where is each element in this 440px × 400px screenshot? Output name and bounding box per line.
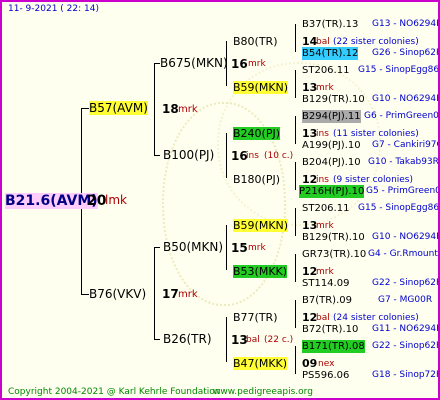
header-date: 11- 9-2021 ( 22: 14) — [8, 4, 99, 14]
gen4-queen[interactable]: B204(PJ).10 — [302, 156, 361, 169]
tree-line — [154, 155, 160, 156]
gen4-origin: G10 - NO6294R — [372, 232, 440, 242]
gen4-origin: G4 - Gr.Rmounta — [368, 249, 440, 259]
gen4-queen[interactable]: B37(TR).13 — [302, 18, 358, 31]
gen3-queen[interactable]: B53(MKK) — [233, 265, 288, 278]
gen4-origin: G15 - SinopEgg86R — [358, 65, 440, 75]
gen4-origin: G11 - NO6294R — [372, 324, 440, 334]
gen1-num: 17 — [162, 287, 179, 301]
gen2-num: 15 — [231, 241, 248, 255]
gen4-origin: G6 - PrimGreen00 — [364, 111, 440, 121]
gen4-origin: G18 - Sinop72R — [372, 370, 440, 380]
tree-line — [295, 116, 296, 144]
gen2-note: (10 c.) — [264, 151, 294, 161]
gen4-origin: G22 - Sinop62R — [372, 341, 440, 351]
gen2-queen[interactable]: B26(TR) — [163, 332, 212, 346]
gen4-queen[interactable]: B294(PJ).11 — [302, 110, 361, 123]
tree-line — [295, 162, 296, 190]
gen3-queen[interactable]: B59(MKN) — [233, 219, 289, 232]
gen4-origin: G7 - MG00R — [378, 295, 433, 305]
gen2-code: mrk — [248, 59, 266, 69]
tree-line — [295, 254, 296, 282]
gen4-queen[interactable]: ST206.11 — [302, 64, 349, 77]
gen2-code: ins — [246, 151, 259, 161]
tree-line — [226, 317, 227, 362]
gen4-origin: G22 - Sinop62R — [372, 278, 440, 288]
gen1-code: mrk — [178, 104, 198, 115]
tree-line — [154, 63, 155, 155]
gen4-origin: G26 - Sinop62R — [372, 48, 440, 58]
gen1-queen[interactable]: B57(AVM) — [89, 101, 148, 115]
pedigree-frame: 11- 9-2021 ( 22: 14) B21.6(AVM) 20 lmk B… — [0, 0, 440, 400]
tree-line — [295, 346, 296, 374]
tree-line — [154, 247, 160, 248]
gen4-origin: G7 - Cankiri97Q — [372, 140, 440, 150]
gen3-queen[interactable]: B180(PJ) — [233, 173, 280, 186]
gen2-num: 16 — [231, 57, 248, 71]
gen1-code: mrk — [178, 289, 198, 300]
gen3-queen[interactable]: B47(MKK) — [233, 357, 288, 370]
tree-line — [295, 208, 296, 236]
gen4-origin: G5 - PrimGreen00 — [366, 186, 440, 196]
gen4-origin: G13 - NO6294R — [372, 19, 440, 29]
root-code: lmk — [105, 193, 127, 207]
gen4-queen[interactable]: B129(TR).10 — [302, 93, 365, 106]
tree-line — [226, 225, 227, 270]
tree-line — [81, 294, 89, 295]
gen1-queen[interactable]: B76(VKV) — [89, 287, 146, 301]
gen4-queen[interactable]: B72(TR).10 — [302, 323, 358, 336]
gen2-queen[interactable]: B100(PJ) — [163, 148, 214, 162]
gen3-queen[interactable]: B240(PJ) — [233, 127, 281, 140]
tree-line — [154, 247, 155, 339]
gen2-note: (22 c.) — [264, 335, 294, 345]
tree-line — [295, 70, 296, 98]
gen4-queen[interactable]: P216H(PJ).10 — [299, 185, 365, 198]
gen2-code: bal — [246, 335, 260, 345]
gen4-queen[interactable]: GR73(TR).10 — [302, 248, 366, 261]
gen1-num: 18 — [162, 102, 179, 116]
gen4-queen[interactable]: A199(PJ).10 — [302, 139, 361, 152]
gen3-queen[interactable]: B59(MKN) — [233, 81, 289, 94]
gen2-code: mrk — [248, 243, 266, 253]
gen2-queen[interactable]: B50(MKN) — [163, 240, 223, 254]
root-num: 20 — [87, 193, 107, 209]
gen4-origin: G15 - SinopEgg86R — [358, 203, 440, 213]
gen3-queen[interactable]: B80(TR) — [233, 35, 278, 48]
gen4-origin: G10 - Takab93R — [368, 157, 439, 167]
tree-line — [295, 300, 296, 328]
gen4-origin: G10 - NO6294R — [372, 94, 440, 104]
gen4-queen[interactable]: B54(TR).12 — [302, 47, 359, 60]
gen2-queen[interactable]: B675(MKN) — [160, 56, 228, 70]
tree-line — [81, 108, 89, 109]
footer-site-link[interactable]: www.pedigreeapis.org — [213, 386, 313, 398]
gen4-queen[interactable]: B171(TR).08 — [302, 340, 365, 353]
gen3-queen[interactable]: B77(TR) — [233, 311, 278, 324]
tree-line — [295, 24, 296, 52]
gen4-queen[interactable]: B7(TR).09 — [302, 294, 352, 307]
gen4-queen[interactable]: ST206.11 — [302, 202, 349, 215]
gen4-queen[interactable]: ST114.09 — [302, 277, 349, 290]
tree-line — [154, 339, 160, 340]
gen4-queen[interactable]: PS596.06 — [302, 369, 349, 382]
root-queen[interactable]: B21.6(AVM) — [5, 193, 98, 209]
footer-copyright: Copyright 2004-2021 @ Karl Kehrle Founda… — [8, 387, 221, 397]
tree-line — [226, 133, 227, 178]
gen4-queen[interactable]: B129(TR).10 — [302, 231, 365, 244]
